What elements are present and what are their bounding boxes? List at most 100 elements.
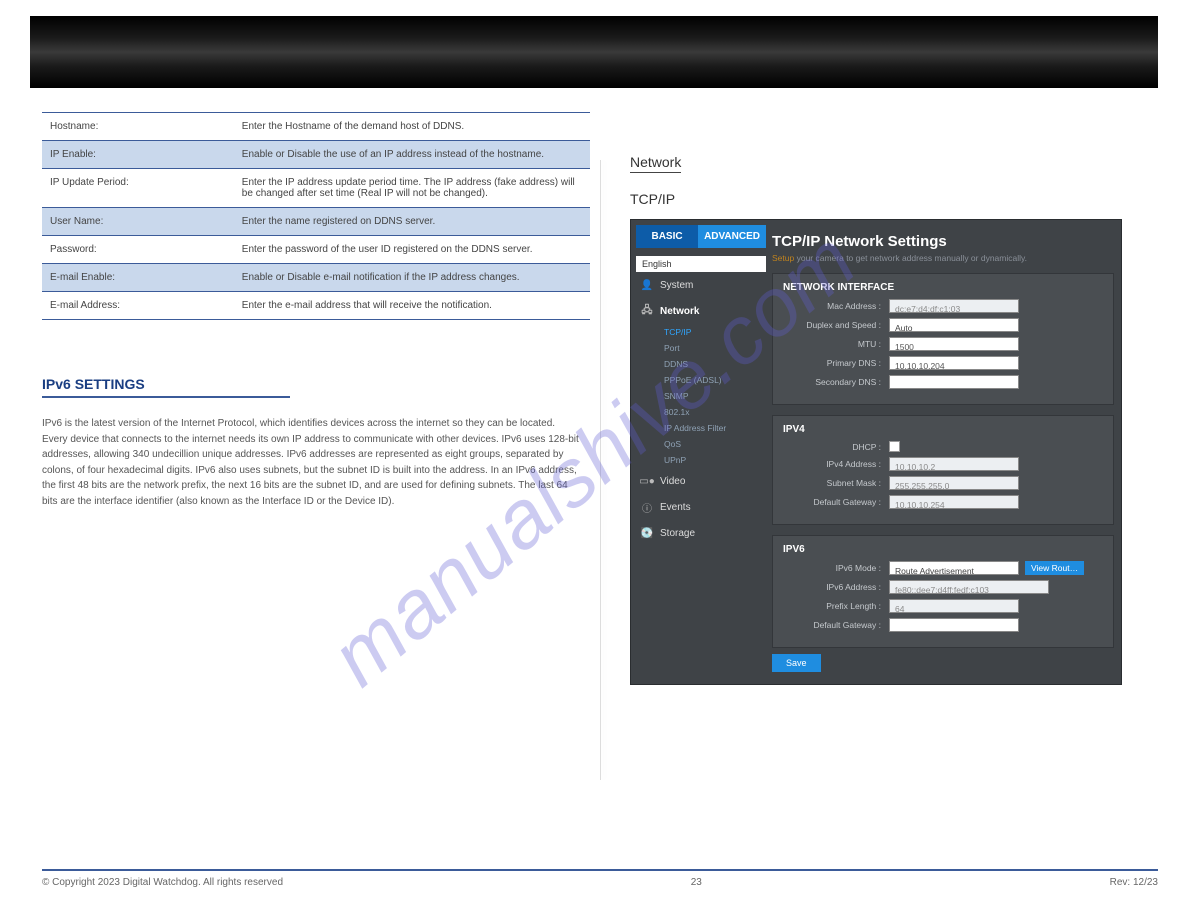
footer-rule [42, 869, 1158, 871]
subnav-upnp[interactable]: UPnP [664, 452, 766, 468]
card-title: IPV6 [783, 544, 1103, 555]
card-ipv4: IPV4 DHCP : IPv4 Address :10.10.10.2 Sub… [772, 415, 1114, 525]
mask-field[interactable]: 255.255.255.0 [889, 476, 1019, 490]
screenshot-left-nav: BASIC ADVANCED English 👤 System 🖧 Networ… [636, 225, 766, 546]
row-desc: Enter the Hostname of the demand host of… [234, 113, 590, 141]
network-heading: Network [630, 154, 681, 173]
row-label: IP Update Period: [42, 169, 234, 208]
dhcp-checkbox[interactable] [889, 441, 900, 452]
nav-label: Video [660, 476, 685, 487]
language-select[interactable]: English [636, 256, 766, 272]
nav-events[interactable]: ⓘ Events [636, 494, 766, 520]
save-button[interactable]: Save [772, 654, 821, 672]
copyright-text: © Copyright 2023 Digital Watchdog. All r… [42, 877, 283, 888]
gw6-field[interactable] [889, 618, 1019, 632]
nav-label: Storage [660, 528, 695, 539]
page-footer: © Copyright 2023 Digital Watchdog. All r… [42, 869, 1158, 888]
disk-icon: 💽 [640, 526, 654, 540]
card-title: NETWORK INTERFACE [783, 282, 1103, 293]
nav-label: Network [660, 306, 699, 317]
sdns-label: Secondary DNS : [783, 377, 889, 387]
table-row: IP Enable:Enable or Disable the use of a… [42, 141, 590, 169]
dhcp-label: DHCP : [783, 442, 889, 452]
table-row: Password:Enter the password of the user … [42, 236, 590, 264]
mask-label: Subnet Mask : [783, 478, 889, 488]
gw4-field[interactable]: 10.10.10.254 [889, 495, 1019, 509]
tcpip-subheading: TCP/IP [630, 191, 1140, 207]
row-desc: Enter the IP address update period time.… [234, 169, 590, 208]
nav-network[interactable]: 🖧 Network [636, 298, 766, 324]
ipv4addr-field[interactable]: 10.10.10.2 [889, 457, 1019, 471]
subnav-ddns[interactable]: DDNS [664, 356, 766, 372]
tcpip-settings-screenshot: BASIC ADVANCED English 👤 System 🖧 Networ… [630, 219, 1122, 685]
nav-storage[interactable]: 💽 Storage [636, 520, 766, 546]
column-separator [600, 160, 601, 780]
video-icon: ▭● [640, 474, 654, 488]
subnav-ipfilter[interactable]: IP Address Filter [664, 420, 766, 436]
tab-advanced[interactable]: ADVANCED [698, 225, 766, 248]
row-label: Password: [42, 236, 234, 264]
row-desc: Enable or Disable the use of an IP addre… [234, 141, 590, 169]
table-row: Hostname:Enter the Hostname of the deman… [42, 113, 590, 141]
duplex-label: Duplex and Speed : [783, 320, 889, 330]
row-desc: Enter the name registered on DDNS server… [234, 208, 590, 236]
alert-icon: ⓘ [640, 500, 654, 514]
nav-network-sub: TCP/IP Port DDNS PPPoE (ADSL) SNMP 802.1… [636, 324, 766, 468]
table-row: IP Update Period:Enter the IP address up… [42, 169, 590, 208]
plen-label: Prefix Length : [783, 601, 889, 611]
network-icon: 🖧 [640, 304, 654, 318]
ipv6addr-field[interactable]: fe80::dee7:d4ff:fedf:c103 [889, 580, 1049, 594]
revision-text: Rev: 12/23 [1110, 877, 1158, 888]
ipv6mode-label: IPv6 Mode : [783, 563, 889, 573]
ipv6-heading: IPv6 SETTINGS [42, 376, 590, 392]
nav-label: Events [660, 502, 691, 513]
mtu-label: MTU : [783, 339, 889, 349]
subnav-snmp[interactable]: SNMP [664, 388, 766, 404]
gw6-label: Default Gateway : [783, 620, 889, 630]
card-network-interface: NETWORK INTERFACE Mac Address :dc:e7:d4:… [772, 273, 1114, 405]
mtu-field[interactable]: 1500 [889, 337, 1019, 351]
row-desc: Enable or Disable e-mail notification if… [234, 264, 590, 292]
pane-subtitle: Setup your camera to get network address… [772, 253, 1114, 263]
subnav-8021x[interactable]: 802.1x [664, 404, 766, 420]
card-title: IPV4 [783, 424, 1103, 435]
card-ipv6: IPV6 IPv6 Mode : Route Advertisement Vie… [772, 535, 1114, 648]
subnav-pppoe[interactable]: PPPoE (ADSL) [664, 372, 766, 388]
row-desc: Enter the e-mail address that will recei… [234, 292, 590, 320]
top-banner [30, 16, 1158, 88]
mac-field: dc:e7:d4:df:c1:03 [889, 299, 1019, 313]
row-label: E-mail Enable: [42, 264, 234, 292]
row-label: User Name: [42, 208, 234, 236]
mac-label: Mac Address : [783, 301, 889, 311]
sdns-field[interactable] [889, 375, 1019, 389]
duplex-select[interactable]: Auto [889, 318, 1019, 332]
plen-field[interactable]: 64 [889, 599, 1019, 613]
subnav-port[interactable]: Port [664, 340, 766, 356]
table-row: E-mail Address:Enter the e-mail address … [42, 292, 590, 320]
ipv6-body-text: IPv6 is the latest version of the Intern… [42, 416, 582, 509]
row-label: IP Enable: [42, 141, 234, 169]
page-number: 23 [691, 877, 702, 888]
row-label: Hostname: [42, 113, 234, 141]
nav-label: System [660, 280, 693, 291]
ipv4addr-label: IPv4 Address : [783, 459, 889, 469]
nav-system[interactable]: 👤 System [636, 272, 766, 298]
row-desc: Enter the password of the user ID regist… [234, 236, 590, 264]
nav-video[interactable]: ▭● Video [636, 468, 766, 494]
user-icon: 👤 [640, 278, 654, 292]
pane-title: TCP/IP Network Settings [772, 233, 1114, 250]
subnav-qos[interactable]: QoS [664, 436, 766, 452]
pdns-field[interactable]: 10.10.10.204 [889, 356, 1019, 370]
table-row: E-mail Enable:Enable or Disable e-mail n… [42, 264, 590, 292]
row-label: E-mail Address: [42, 292, 234, 320]
table-row: User Name:Enter the name registered on D… [42, 208, 590, 236]
gw4-label: Default Gateway : [783, 497, 889, 507]
ddns-settings-table: Hostname:Enter the Hostname of the deman… [42, 112, 590, 320]
view-routes-button[interactable]: View Rout… [1025, 561, 1084, 575]
subnav-tcpip[interactable]: TCP/IP [664, 324, 766, 340]
settings-pane: TCP/IP Network Settings Setup your camer… [772, 233, 1114, 672]
tab-basic[interactable]: BASIC [636, 225, 698, 248]
ipv6mode-select[interactable]: Route Advertisement [889, 561, 1019, 575]
ipv6addr-label: IPv6 Address : [783, 582, 889, 592]
ipv6-heading-rule [42, 396, 290, 398]
